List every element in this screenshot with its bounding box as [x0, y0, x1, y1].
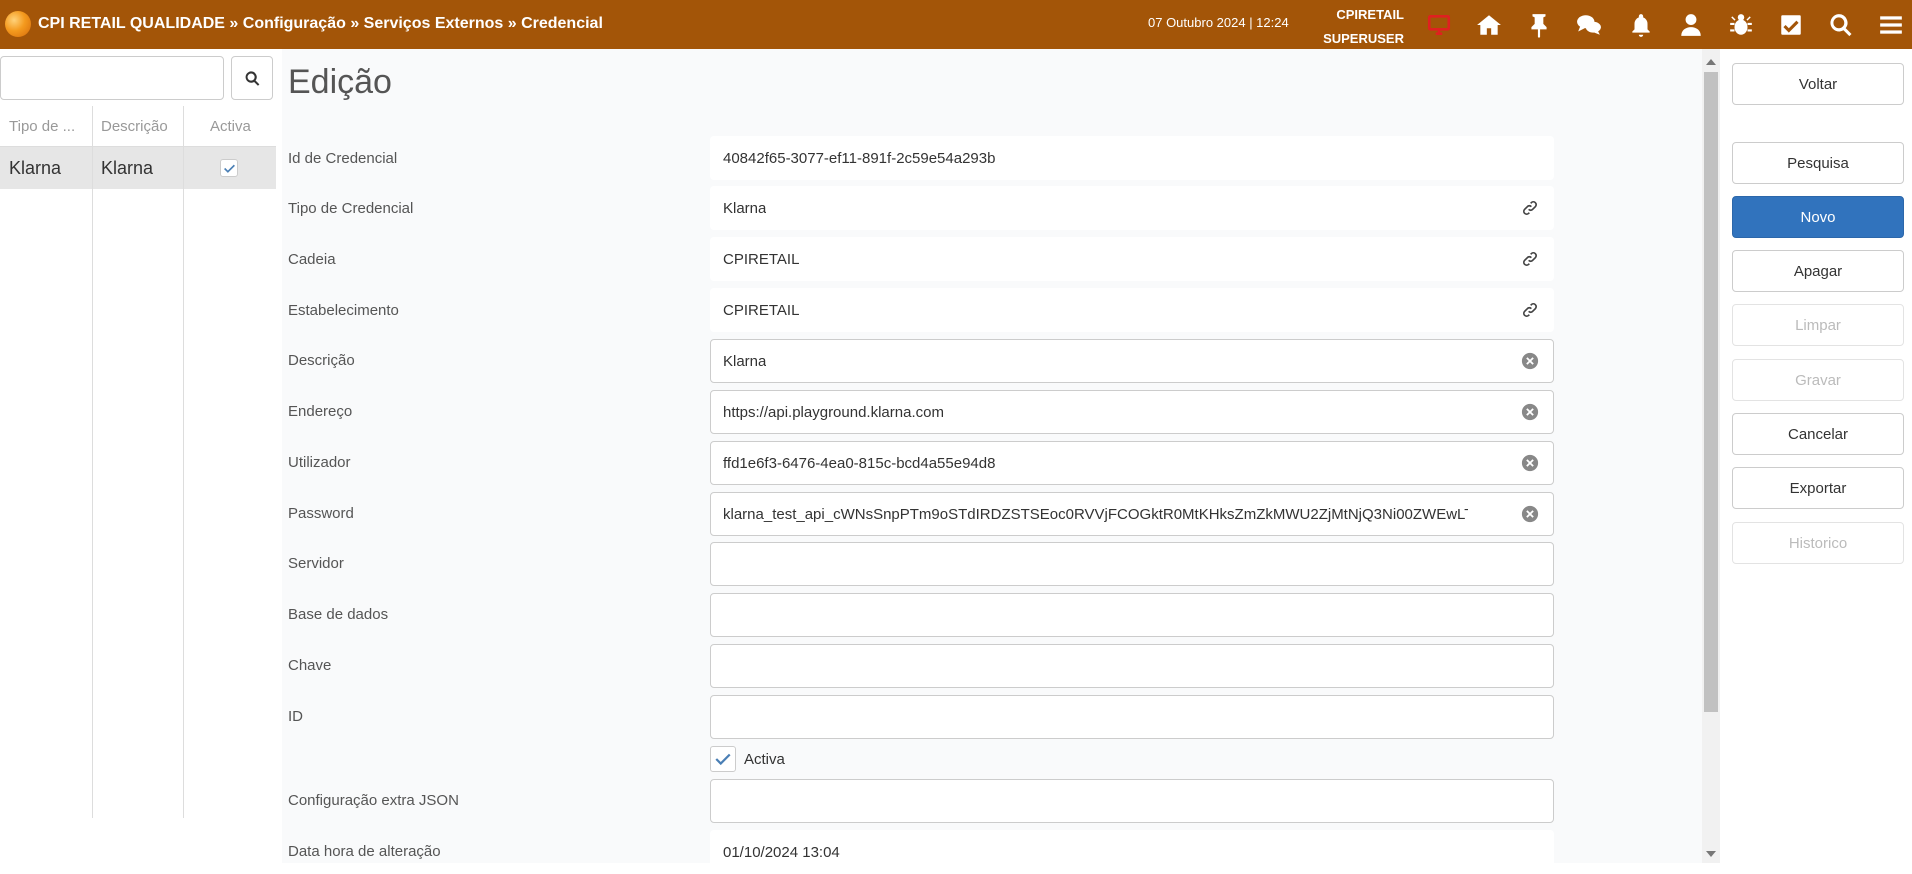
current-datetime: 07 Outubro 2024 | 12:24 [1148, 15, 1289, 30]
clear-icon[interactable] [1521, 505, 1539, 523]
field-label-cadeia: Cadeia [288, 251, 336, 268]
credential-list: Tipo de ... Descrição Activa Klarna Klar… [0, 106, 276, 818]
field-label-servidor: Servidor [288, 555, 344, 572]
field-label-tipo-credencial: Tipo de Credencial [288, 200, 414, 217]
top-bar: CPI RETAIL QUALIDADE » Configuração » Se… [0, 0, 1912, 49]
servidor-input[interactable] [710, 542, 1554, 586]
id-credencial-field: 40842f65-3077-ef11-891f-2c59e54a293b [710, 136, 1554, 180]
link-icon[interactable] [1521, 250, 1539, 268]
link-icon[interactable] [1521, 199, 1539, 217]
novo-button[interactable]: Novo [1732, 196, 1904, 238]
chat-icon[interactable] [1574, 10, 1604, 40]
id-credencial-value: 40842f65-3077-ef11-891f-2c59e54a293b [723, 149, 996, 167]
endereco-input[interactable]: https://api.playground.klarna.com [710, 390, 1554, 434]
base-dados-input[interactable] [710, 593, 1554, 637]
bug-icon[interactable] [1726, 10, 1756, 40]
cancelar-button[interactable]: Cancelar [1732, 413, 1904, 455]
left-search-input[interactable] [0, 56, 224, 100]
checkmark-icon [223, 164, 235, 173]
field-label-descricao: Descrição [288, 352, 355, 369]
tipo-credencial-value: Klarna [723, 199, 767, 217]
bell-icon[interactable] [1626, 10, 1656, 40]
config-json-input[interactable] [710, 779, 1554, 823]
cell-descricao: Klarna [101, 158, 154, 178]
page-title: Edição [288, 63, 392, 101]
data-alteracao-value: 01/10/2024 13:04 [723, 843, 840, 861]
table-row[interactable]: Klarna Klarna [0, 147, 276, 189]
menu-icon[interactable] [1876, 10, 1906, 40]
cadeia-field: CPIRETAIL [710, 237, 1554, 281]
limpar-button: Limpar [1732, 304, 1904, 346]
tipo-credencial-field: Klarna [710, 186, 1554, 230]
id-input[interactable] [710, 695, 1554, 739]
column-divider [92, 106, 93, 818]
clear-icon[interactable] [1521, 454, 1539, 472]
column-header-activa[interactable]: Activa [210, 118, 251, 135]
left-search-button[interactable] [231, 56, 273, 100]
activa-checkbox-label[interactable]: Activa [744, 751, 785, 768]
column-header-descricao[interactable]: Descrição [101, 118, 168, 135]
app-logo[interactable] [5, 11, 31, 37]
estabelecimento-field: CPIRETAIL [710, 288, 1554, 332]
company-name: CPIRETAIL [1336, 7, 1404, 22]
utilizador-input[interactable]: ffd1e6f3-6476-4ea0-815c-bcd4a55e94d8 [710, 441, 1554, 485]
clear-icon[interactable] [1521, 403, 1539, 421]
edit-form: Edição Id de Credencial 40842f65-3077-ef… [282, 49, 1702, 874]
monitor-icon[interactable] [1424, 10, 1454, 40]
search-icon[interactable] [1826, 10, 1856, 40]
scrollbar-thumb[interactable] [1704, 72, 1718, 712]
password-value: klarna_test_api_cWNsSnpPTm9oSTdIRDZSTSEo… [723, 505, 1468, 523]
user-name: SUPERUSER [1323, 31, 1404, 46]
apagar-button[interactable]: Apagar [1732, 250, 1904, 292]
voltar-button[interactable]: Voltar [1732, 63, 1904, 105]
password-input[interactable]: klarna_test_api_cWNsSnpPTm9oSTdIRDZSTSEo… [710, 492, 1554, 536]
checkmark-icon [715, 753, 731, 766]
column-divider [183, 106, 184, 818]
activa-checkbox[interactable] [710, 746, 736, 772]
cell-tipo: Klarna [9, 158, 62, 178]
home-icon[interactable] [1474, 10, 1504, 40]
exportar-button[interactable]: Exportar [1732, 467, 1904, 509]
gravar-button: Gravar [1732, 359, 1904, 401]
cell-activa-checkbox [220, 159, 238, 177]
field-label-id: ID [288, 708, 303, 725]
data-alteracao-field: 01/10/2024 13:04 [710, 830, 1554, 874]
search-icon [245, 70, 259, 86]
list-header: Tipo de ... Descrição Activa [0, 106, 276, 147]
checkbox-icon[interactable] [1776, 10, 1806, 40]
descricao-input[interactable]: Klarna [710, 339, 1554, 383]
field-label-config-json: Configuração extra JSON [288, 792, 459, 809]
clear-icon[interactable] [1521, 352, 1539, 370]
scroll-up-arrow[interactable] [1706, 59, 1716, 65]
pesquisa-button[interactable]: Pesquisa [1732, 142, 1904, 184]
column-header-tipo[interactable]: Tipo de ... [9, 118, 89, 135]
field-label-utilizador: Utilizador [288, 454, 351, 471]
pin-icon[interactable] [1524, 10, 1554, 40]
breadcrumb[interactable]: CPI RETAIL QUALIDADE » Configuração » Se… [38, 15, 603, 33]
user-icon[interactable] [1676, 10, 1706, 40]
field-label-base-dados: Base de dados [288, 606, 389, 623]
descricao-value: Klarna [723, 352, 767, 370]
field-label-id-credencial: Id de Credencial [288, 150, 398, 167]
link-icon[interactable] [1521, 301, 1539, 319]
utilizador-value: ffd1e6f3-6476-4ea0-815c-bcd4a55e94d8 [723, 454, 996, 472]
scroll-down-arrow[interactable] [1706, 851, 1716, 857]
endereco-value: https://api.playground.klarna.com [723, 403, 944, 421]
field-label-password: Password [288, 505, 354, 522]
field-label-data-alteracao: Data hora de alteração [288, 843, 441, 860]
historico-button: Historico [1732, 522, 1904, 564]
chave-input[interactable] [710, 644, 1554, 688]
field-label-estabelecimento: Estabelecimento [288, 302, 399, 319]
user-info[interactable]: CPIRETAIL SUPERUSER [1312, 3, 1404, 51]
field-label-endereco: Endereço [288, 403, 353, 420]
field-label-chave: Chave [288, 657, 332, 674]
cadeia-value: CPIRETAIL [723, 250, 800, 268]
estabelecimento-value: CPIRETAIL [723, 301, 800, 319]
